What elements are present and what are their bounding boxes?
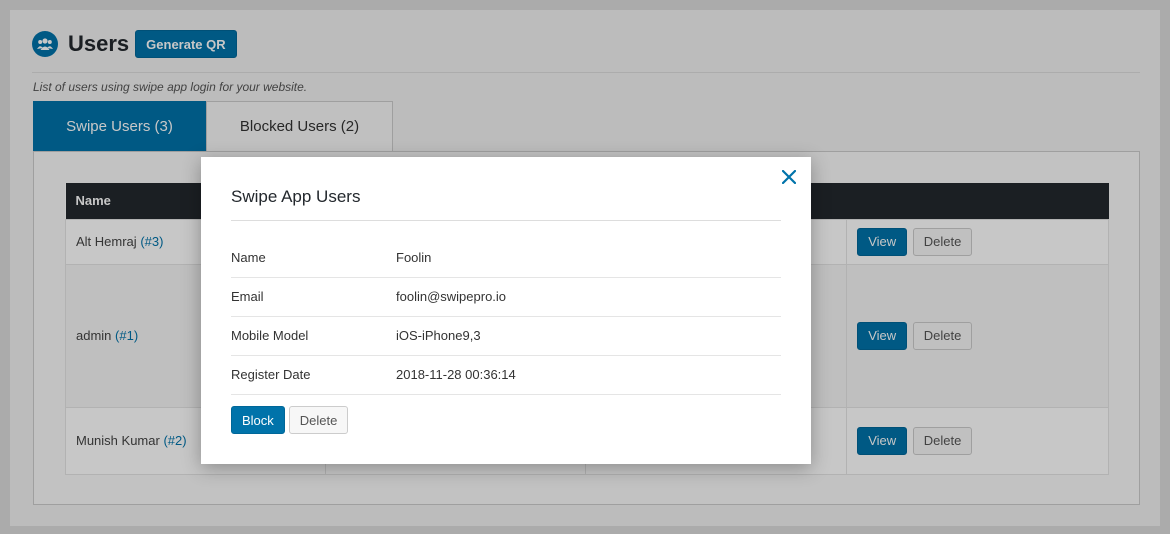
detail-row: Email foolin@swipepro.io (231, 277, 781, 317)
close-icon[interactable] (779, 167, 799, 187)
block-user-button[interactable]: Block (231, 406, 285, 434)
detail-value: 2018-11-28 00:36:14 (396, 355, 781, 395)
detail-row: Name Foolin (231, 239, 781, 278)
detail-label: Register Date (231, 355, 396, 395)
modal-actions: Block Delete (231, 406, 349, 434)
modal-title: Swipe App Users (231, 187, 361, 206)
detail-label: Mobile Model (231, 316, 396, 356)
detail-row: Register Date 2018-11-28 00:36:14 (231, 355, 781, 395)
user-details-modal: Swipe App Users Name Foolin Email foolin… (201, 157, 811, 464)
detail-value: foolin@swipepro.io (396, 277, 781, 317)
detail-value: iOS-iPhone9,3 (396, 316, 781, 356)
detail-label: Email (231, 277, 396, 317)
detail-label: Name (231, 239, 396, 278)
delete-user-button[interactable]: Delete (288, 406, 349, 434)
detail-value: Foolin (396, 239, 781, 278)
detail-row: Mobile Model iOS-iPhone9,3 (231, 316, 781, 356)
modal-divider (231, 220, 781, 221)
user-details-table: Name Foolin Email foolin@swipepro.io Mob… (231, 239, 781, 395)
